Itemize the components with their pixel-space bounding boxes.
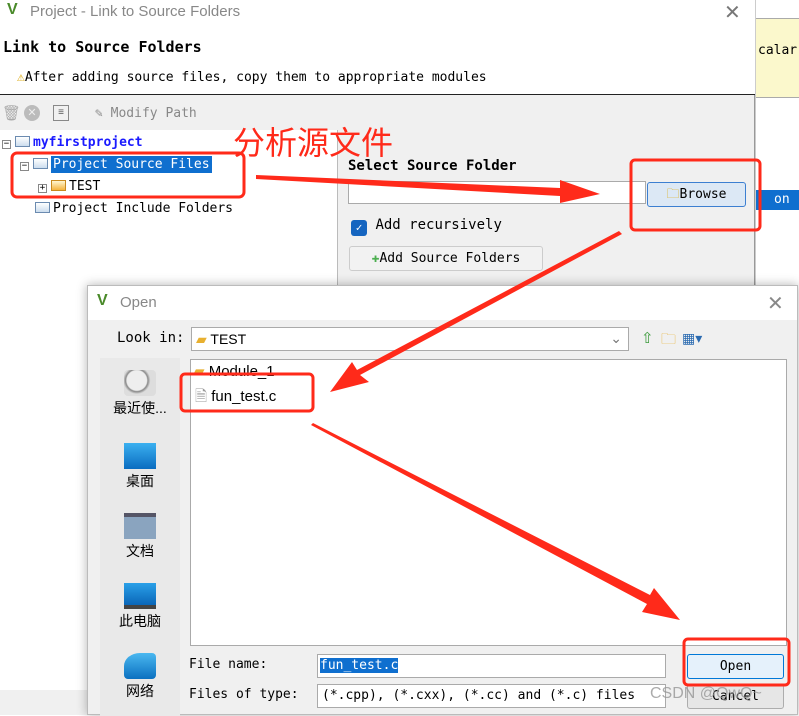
highlight-box-open [682,637,791,687]
annotation-text: 分析源文件 [233,125,394,161]
highlight-box-browse [629,158,762,232]
highlight-box-file [179,372,315,413]
arrow-to-browse [256,175,600,203]
arrow-to-open [311,423,680,620]
annotation-layer [10,151,791,687]
watermark: CSDN @QwQ~ [650,685,762,702]
arrow-to-file [330,231,622,392]
highlight-box-source-files [10,151,246,199]
